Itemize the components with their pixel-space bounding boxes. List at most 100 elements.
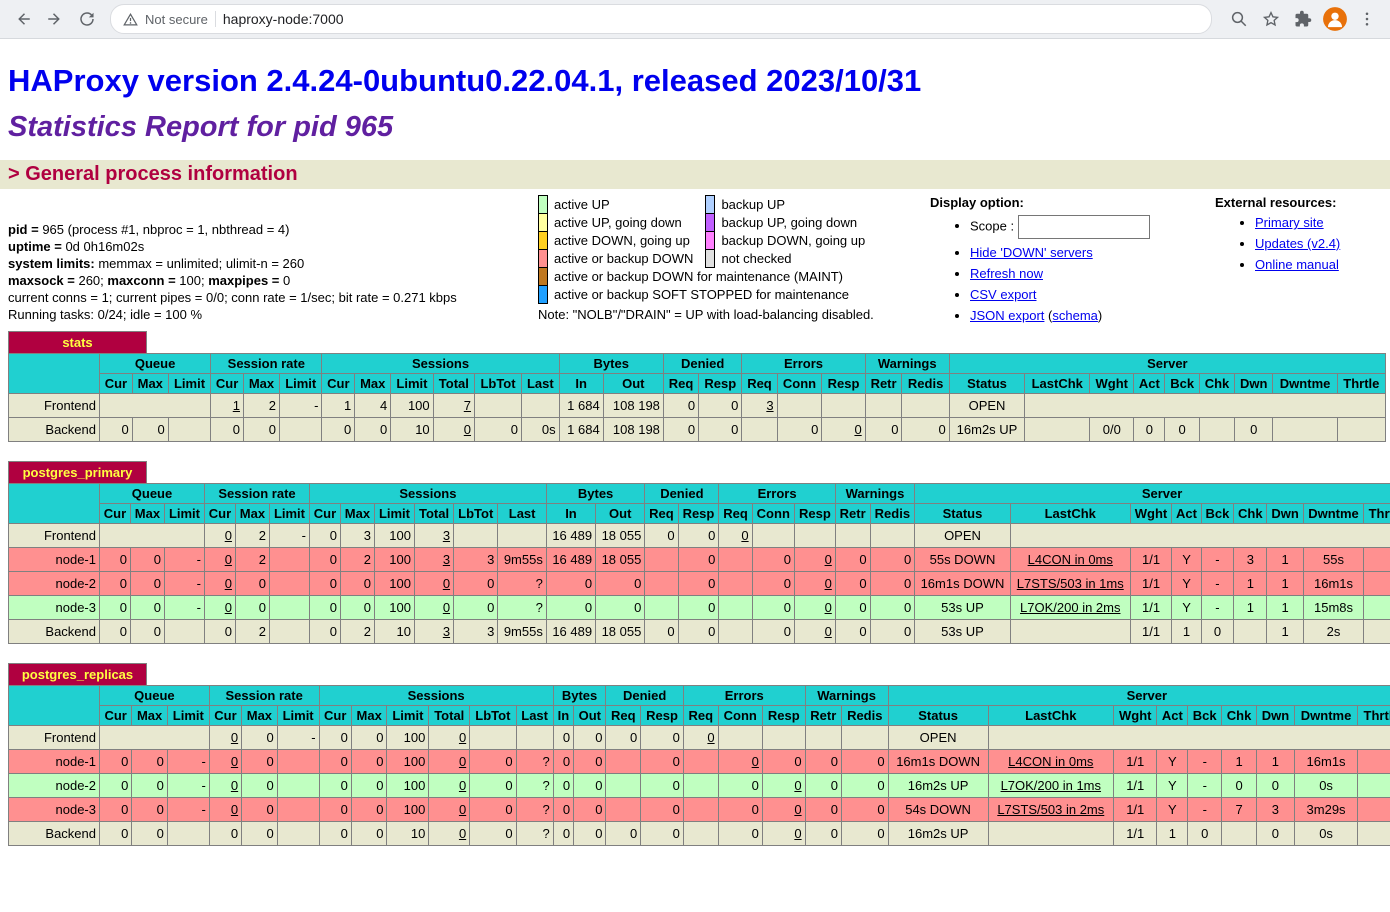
stat-cell: 0 xyxy=(470,750,516,774)
stat-cell xyxy=(516,726,553,750)
browser-menu-button[interactable] xyxy=(1352,4,1382,34)
stat-cell: 0 xyxy=(351,774,387,798)
corner-cell xyxy=(9,484,100,524)
updates-link[interactable]: Updates (v2.4) xyxy=(1255,236,1340,251)
column-header-dwntme: Dwntme xyxy=(1303,504,1364,524)
url-text[interactable]: haproxy-node:7000 xyxy=(223,11,344,27)
proxy-table-postgres_primary: QueueSession rateSessionsBytesDeniedErro… xyxy=(8,483,1390,644)
back-button[interactable] xyxy=(8,4,38,34)
stat-cell: 0 xyxy=(205,596,236,620)
profile-avatar[interactable] xyxy=(1320,4,1350,34)
zoom-button[interactable] xyxy=(1224,4,1254,34)
stat-cell: 0 xyxy=(415,596,454,620)
stat-cell: 0 xyxy=(835,572,870,596)
json-export-link[interactable]: JSON export xyxy=(970,308,1044,323)
stat-cell: 0 xyxy=(574,726,606,750)
stat-cell: 0 xyxy=(132,750,168,774)
column-header-out: Out xyxy=(596,504,645,524)
stat-cell: 0 xyxy=(596,596,645,620)
primary-site-link[interactable]: Primary site xyxy=(1255,215,1324,230)
column-header-limit: Limit xyxy=(167,706,209,726)
stat-cell: 3 xyxy=(415,548,454,572)
avatar-icon xyxy=(1322,6,1348,32)
stat-cell xyxy=(645,572,678,596)
column-header-out: Out xyxy=(574,706,606,726)
stat-cell: 1 xyxy=(1234,572,1267,596)
stat-cell: 0 xyxy=(574,822,606,846)
column-group-server: Server xyxy=(949,354,1385,374)
stat-cell: 0 xyxy=(1165,418,1199,442)
stat-cell: 0 xyxy=(100,548,131,572)
haproxy-version-link[interactable]: HAProxy version 2.4.24-0ubuntu0.22.04.1,… xyxy=(8,63,921,98)
proxy-name-tab-postgres_primary[interactable]: postgres_primary xyxy=(8,461,147,483)
row-name-node-3[interactable]: node-3 xyxy=(9,798,100,822)
column-header-lastchk: LastChk xyxy=(988,706,1113,726)
row-name-backend[interactable]: Backend xyxy=(9,418,100,442)
legend-table: active UPbackup UPactive UP, going downb… xyxy=(538,195,877,304)
table-row-node-3: node-300-000010000?000000053s UPL7OK/200… xyxy=(9,596,1390,620)
stat-cell: 0 xyxy=(340,572,374,596)
column-header-cur: Cur xyxy=(211,374,244,394)
row-name-node-3[interactable]: node-3 xyxy=(9,596,100,620)
stat-cell: 1/1 xyxy=(1114,774,1157,798)
stat-cell: 0 xyxy=(645,620,678,644)
column-header-req: Req xyxy=(606,706,641,726)
legend-label: backup UP xyxy=(715,196,877,214)
hide-down-servers-link[interactable]: Hide 'DOWN' servers xyxy=(970,245,1093,260)
not-secure-warning-icon xyxy=(123,12,138,27)
row-name-node-1[interactable]: node-1 xyxy=(9,750,100,774)
stat-cell: 0s xyxy=(1294,822,1357,846)
column-header-redis: Redis xyxy=(841,706,888,726)
column-group-denied: Denied xyxy=(645,484,719,504)
csv-export-link[interactable]: CSV export xyxy=(970,287,1036,302)
address-bar[interactable]: Not secure haproxy-node:7000 xyxy=(110,4,1212,34)
stat-cell: ? xyxy=(498,596,546,620)
column-header-dwn: Dwn xyxy=(1235,374,1273,394)
stat-cell xyxy=(1358,774,1390,798)
proxy-name-tab-postgres_replicas[interactable]: postgres_replicas xyxy=(8,663,147,685)
row-name-node-2[interactable]: node-2 xyxy=(9,572,100,596)
stat-cell xyxy=(870,524,915,548)
security-label[interactable]: Not secure xyxy=(145,12,208,27)
stat-cell xyxy=(277,750,319,774)
stat-cell: 0 xyxy=(683,726,718,750)
stat-cell: - xyxy=(1188,750,1222,774)
refresh-button[interactable] xyxy=(72,4,102,34)
row-name-frontend[interactable]: Frontend xyxy=(9,726,100,750)
legend-color-chip xyxy=(539,214,548,232)
row-name-backend[interactable]: Backend xyxy=(9,822,100,846)
forward-button[interactable] xyxy=(40,4,70,34)
address-bar-divider xyxy=(215,11,216,27)
stat-cell: - xyxy=(277,726,319,750)
stat-cell: 0 xyxy=(475,418,522,442)
stat-cell: 0 xyxy=(242,822,278,846)
row-name-backend[interactable]: Backend xyxy=(9,620,100,644)
stat-cell xyxy=(1199,418,1234,442)
stat-cell: 0 xyxy=(243,418,279,442)
stat-cell: 2 xyxy=(340,548,374,572)
stat-cell: OPEN xyxy=(915,524,1011,548)
scope-input[interactable] xyxy=(1018,215,1150,239)
stat-cell: 0 xyxy=(835,548,870,572)
stat-cell: 0 xyxy=(546,596,595,620)
row-name-frontend[interactable]: Frontend xyxy=(9,394,100,418)
proxy-table-stats: QueueSession rateSessionsBytesDeniedErro… xyxy=(8,353,1386,442)
extensions-button[interactable] xyxy=(1288,4,1318,34)
row-name-node-1[interactable]: node-1 xyxy=(9,548,100,572)
column-header-in: In xyxy=(553,706,573,726)
column-header-resp: Resp xyxy=(678,504,719,524)
refresh-now-link[interactable]: Refresh now xyxy=(970,266,1043,281)
online-manual-link[interactable]: Online manual xyxy=(1255,257,1339,272)
row-name-frontend[interactable]: Frontend xyxy=(9,524,100,548)
json-export-link-suffix[interactable]: schema xyxy=(1052,308,1098,323)
kebab-menu-icon xyxy=(1358,10,1376,28)
bookmark-button[interactable] xyxy=(1256,4,1286,34)
proxy-name-tab-stats[interactable]: stats xyxy=(8,331,147,353)
column-header-last: Last xyxy=(498,504,546,524)
row-name-node-2[interactable]: node-2 xyxy=(9,774,100,798)
column-group-errors: Errors xyxy=(742,354,865,374)
stat-cell: - xyxy=(280,394,322,418)
stat-cell: 2 xyxy=(235,620,269,644)
table-row-node-2: node-200-000010000?000000016m2s UPL7OK/2… xyxy=(9,774,1390,798)
column-header-cur: Cur xyxy=(100,374,133,394)
